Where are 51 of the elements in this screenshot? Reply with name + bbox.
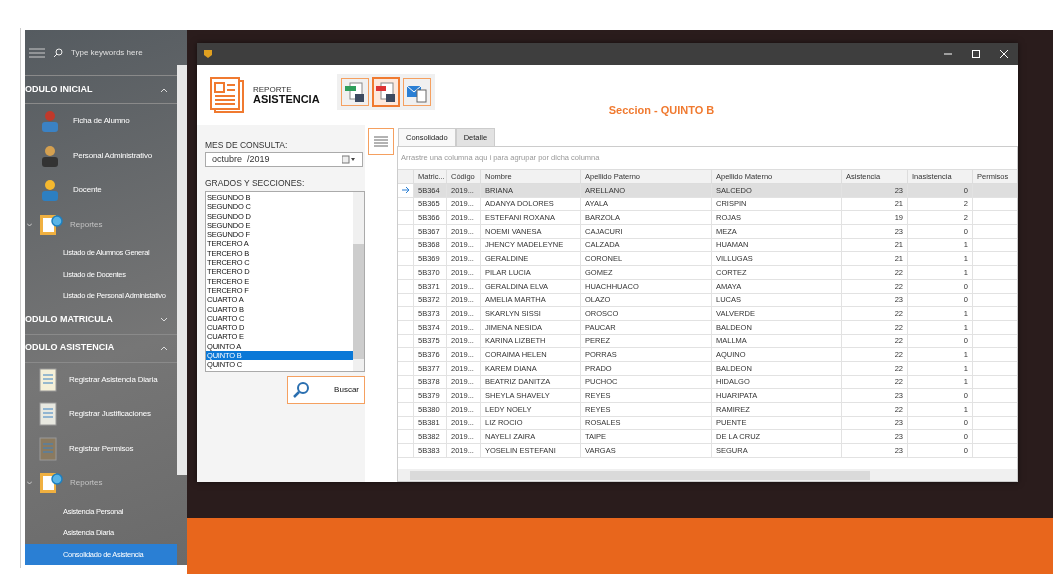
document-icon <box>39 436 57 461</box>
lines-icon <box>374 135 388 148</box>
person-icon <box>39 178 61 203</box>
shield-logo-icon <box>203 49 213 59</box>
month-picker[interactable]: octubre /2019 <box>205 152 363 167</box>
document-icon <box>39 402 57 427</box>
chevron-up-icon[interactable] <box>161 346 167 350</box>
section-title: Seccion - QUINTO B <box>608 102 715 118</box>
close-icon <box>1000 50 1008 58</box>
export-excel-button[interactable] <box>341 78 369 106</box>
report-search-icon <box>38 212 64 237</box>
maximize-icon <box>972 50 980 58</box>
search-icon <box>292 381 310 399</box>
expand-caret-icon[interactable] <box>27 222 32 227</box>
newspaper-icon <box>209 76 245 114</box>
section-header[interactable]: ODULO INICIAL <box>25 82 93 97</box>
menu-item[interactable]: Ficha de Alumno <box>73 115 130 128</box>
header-subtitle: REPORTE <box>253 85 293 94</box>
search-icon <box>53 47 63 58</box>
menu-item[interactable]: Registrar Asistencia Diaria <box>69 373 158 386</box>
search-field[interactable]: Type keywords here <box>71 46 171 59</box>
pdf-save-icon <box>375 81 397 103</box>
spreadsheet-save-icon <box>344 81 366 103</box>
field-label: GRADOS Y SECCIONES: <box>205 177 306 189</box>
menu-item[interactable]: Personal Administrativo <box>73 149 152 162</box>
menu-item[interactable]: Registrar Justificaciones <box>69 408 151 421</box>
report-search-icon <box>38 471 64 496</box>
calendar-dropdown-icon <box>342 155 356 164</box>
person-icon <box>39 109 61 134</box>
section-header[interactable]: ODULO ASISTENCIA <box>25 341 115 355</box>
person-icon <box>39 143 61 168</box>
expand-caret-icon[interactable] <box>27 481 32 486</box>
email-button[interactable] <box>403 78 431 106</box>
scrollbar[interactable] <box>353 192 364 371</box>
scrollbar[interactable] <box>177 65 187 475</box>
export-pdf-button[interactable] <box>372 77 400 107</box>
month-value: octubre /2019 <box>212 152 270 166</box>
section-header[interactable]: ODULO MATRICULA <box>25 313 113 327</box>
document-icon <box>39 367 57 392</box>
minimize-icon <box>944 50 952 58</box>
search-button[interactable]: Buscar <box>287 376 365 404</box>
field-label: MES DE CONSULTA: <box>205 139 289 151</box>
header-title: ASISTENCIA <box>253 93 320 105</box>
arrow-right-icon <box>401 187 410 194</box>
menu-item[interactable]: Docente <box>73 184 102 197</box>
horizontal-scrollbar[interactable] <box>398 469 1017 481</box>
menu-icon[interactable] <box>29 47 45 58</box>
menu-item[interactable]: Registrar Permisos <box>69 442 134 455</box>
chevron-down-icon[interactable] <box>161 318 167 322</box>
list-toggle-button[interactable] <box>368 128 394 155</box>
chevron-up-icon[interactable] <box>161 87 167 92</box>
